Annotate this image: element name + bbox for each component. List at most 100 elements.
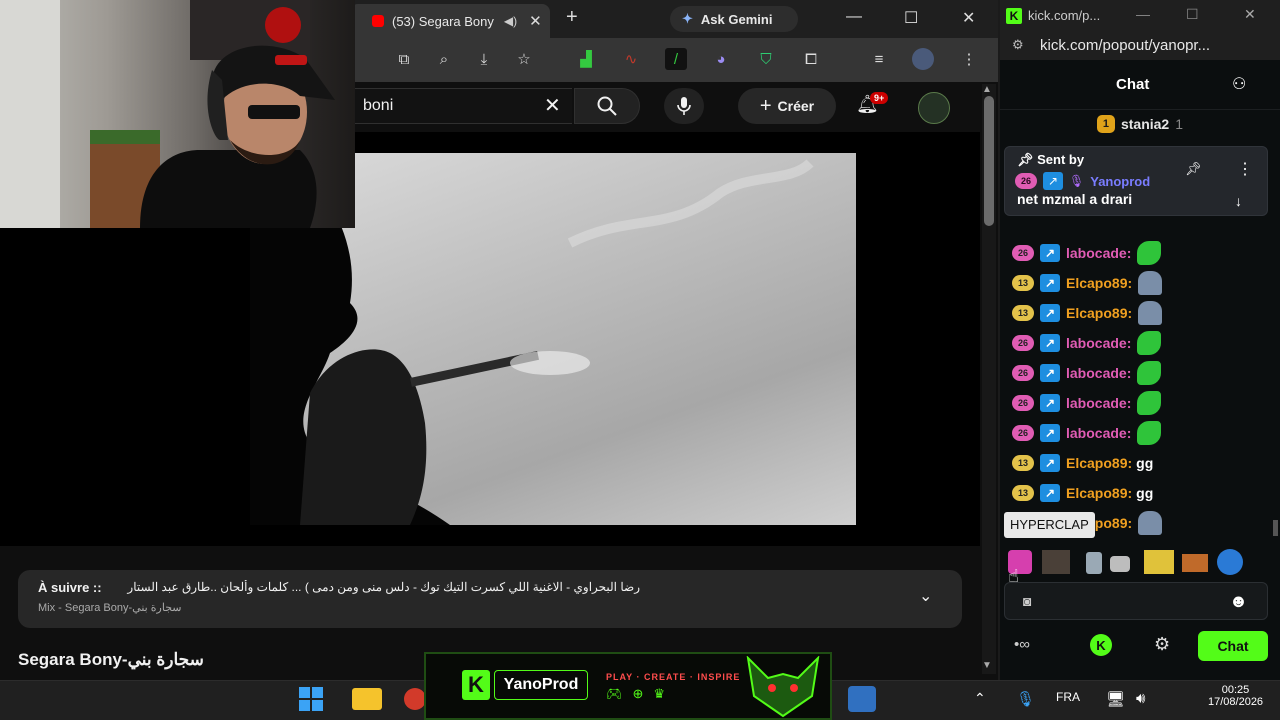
show-hidden-icons-icon[interactable]: ⌃ [974,690,986,707]
chat-scrollbar[interactable] [1273,520,1278,536]
chat-username[interactable]: Elcapo89: [1066,275,1132,291]
ask-gemini-button[interactable]: ✦ Ask Gemini [670,6,798,32]
profile-avatar-icon[interactable] [912,48,934,70]
pinned-message[interactable]: 📌︎ Sent by 26 ↗ 🎙︎ Yanoprod net mzmal a … [1004,146,1268,216]
more-options-icon[interactable]: ⋮ [1237,159,1253,179]
app-blue-icon[interactable] [848,686,876,712]
bookmark-star-icon[interactable]: ☆ [513,48,535,70]
pin-icon: 📌︎ [1017,152,1034,167]
close-tab-icon[interactable]: ✕ [529,12,542,30]
chat-message[interactable]: 13 ↗ Elcapo89: gg [1012,450,1153,476]
browser-tab[interactable]: (53) Segara Bony ◀) ✕ [350,4,550,38]
new-tab-button[interactable]: + [566,6,578,29]
chat-username[interactable]: labocade: [1066,335,1131,351]
unpin-icon[interactable]: 📌︎ [1185,161,1202,177]
pinned-username[interactable]: Yanoprod [1090,174,1150,189]
verified-badge-icon: ↗ [1040,304,1060,322]
file-explorer-icon[interactable] [352,688,382,710]
minimize-button[interactable]: — [846,8,862,26]
face-emote[interactable] [1042,550,1070,574]
chat-message[interactable]: 26 ↗ labocade: [1012,360,1162,386]
search-button[interactable] [574,88,640,124]
settings-gear-icon[interactable]: ⚙︎ [1154,634,1170,655]
zoom-icon[interactable]: ⌕ [433,48,455,70]
start-logo [299,687,323,711]
fire-emote[interactable] [1182,554,1208,572]
chat-message[interactable]: 13 ↗ Elcapo89: gg [1012,480,1153,506]
chat-username[interactable]: Elcapo89: [1066,485,1132,501]
account-avatar[interactable] [918,92,950,124]
minimize-button[interactable]: — [1136,6,1150,22]
chat-message[interactable]: 26 ↗ labocade: [1012,240,1162,266]
glasses-emote[interactable] [1144,550,1174,574]
site-settings-icon[interactable]: ⚙︎ [1012,37,1024,53]
scroll-down-icon[interactable]: ▼ [982,660,992,671]
network-icon[interactable]: 🖥︎ [1106,690,1125,708]
up-next-title[interactable]: رضا البحراوي - الاغنية اللي كسرت التيك ت… [120,580,640,594]
clock[interactable]: 00:25 17/08/2026 [1208,684,1263,708]
pinned-label: Sent by [1037,152,1085,167]
points-icon[interactable]: •∞ [1014,636,1030,653]
subscriber-badge: 26 [1012,425,1034,441]
chat-message[interactable]: 13 ↗ Elcapo89: [1012,300,1163,326]
extension-wave-icon[interactable]: ∿ [620,48,642,70]
kick-address-bar[interactable]: ⚙︎ kick.com/popout/yanopr... [1000,32,1280,60]
windows-start-icon[interactable] [298,686,324,717]
clear-search-icon[interactable]: ✕ [544,93,561,118]
chevron-down-icon[interactable]: ⌄ [919,586,932,606]
app-red-icon[interactable] [404,688,426,710]
chat-username[interactable]: Elcapo89: [1066,455,1132,471]
frog-emote [1137,361,1162,385]
speaker-icon[interactable]: ◀) [504,14,517,28]
close-window-button[interactable]: ✕ [962,8,975,28]
verified-badge-icon: ↗ [1043,172,1063,190]
chat-username[interactable]: labocade: [1066,425,1131,441]
pinned-text: net mzmal a drari [1017,191,1133,207]
microphone-tray-icon[interactable]: 🎙︎ [1016,690,1035,708]
voice-search-button[interactable] [664,88,704,124]
chat-message[interactable]: 13 ↗ Elcapo89: [1012,270,1163,296]
send-chat-button[interactable]: Chat [1198,631,1268,661]
gemini-icon: ✦ [682,11,693,26]
volume-icon[interactable]: 🔊︎ [1136,690,1145,707]
plus-icon: + [759,94,772,117]
language-indicator[interactable]: FRA [1056,690,1080,704]
maximize-button[interactable]: ☐ [1186,6,1199,23]
hands-emote[interactable] [1110,556,1130,572]
chat-input[interactable]: ◙ ☻ [1004,582,1268,620]
chat-username[interactable]: labocade: [1066,245,1131,261]
chat-username[interactable]: labocade: [1066,365,1131,381]
top-gifter-row[interactable]: 1 stania2 1 [1000,110,1280,138]
kick-points-icon[interactable]: K [1090,634,1112,656]
extension-shield-icon[interactable]: ⛉ [755,48,777,70]
chat-message[interactable]: 26 ↗ labocade: [1012,330,1162,356]
chat-username[interactable]: Elcapo89: [1066,305,1132,321]
media-control-icon[interactable]: ≡ [868,48,890,70]
chat-message[interactable]: 26 ↗ labocade: [1012,420,1162,446]
extension-ghost-icon[interactable]: ◕ [710,48,732,70]
chat-username[interactable]: labocade: [1066,395,1131,411]
extensions-puzzle-icon[interactable]: ⧠ [800,48,822,70]
browser-menu-icon[interactable]: ⋮ [958,48,980,70]
install-icon[interactable]: ⤓ [473,48,495,70]
translate-icon[interactable]: ⧉ [393,48,415,70]
subscriber-badge: 26 [1015,173,1037,189]
scrollbar-thumb[interactable] [984,96,994,226]
top-user-name: stania2 [1120,116,1170,132]
scroll-up-icon[interactable]: ▲ [982,84,992,95]
users-list-icon[interactable]: ⚇ [1232,74,1246,94]
globe-emote[interactable] [1217,549,1243,575]
close-window-button[interactable]: ✕ [1244,6,1256,23]
up-next-panel[interactable] [18,570,962,628]
collapse-arrow-icon[interactable]: ↓ [1235,193,1242,209]
extension-terminal-icon[interactable]: / [665,48,687,70]
maximize-button[interactable]: ☐ [904,8,918,28]
rank-badge-icon: 1 [1096,115,1115,133]
emoji-picker-icon[interactable]: ☻ [1229,591,1248,612]
create-button[interactable]: + Créer [738,88,836,124]
chat-message[interactable]: 26 ↗ labocade: [1012,390,1162,416]
bottle-emote[interactable] [1086,552,1102,574]
subscriber-badge: 26 [1012,395,1034,411]
extension-chart-icon[interactable]: ▟ [575,48,597,70]
chat-mode-icon[interactable]: ◙ [1023,593,1031,609]
